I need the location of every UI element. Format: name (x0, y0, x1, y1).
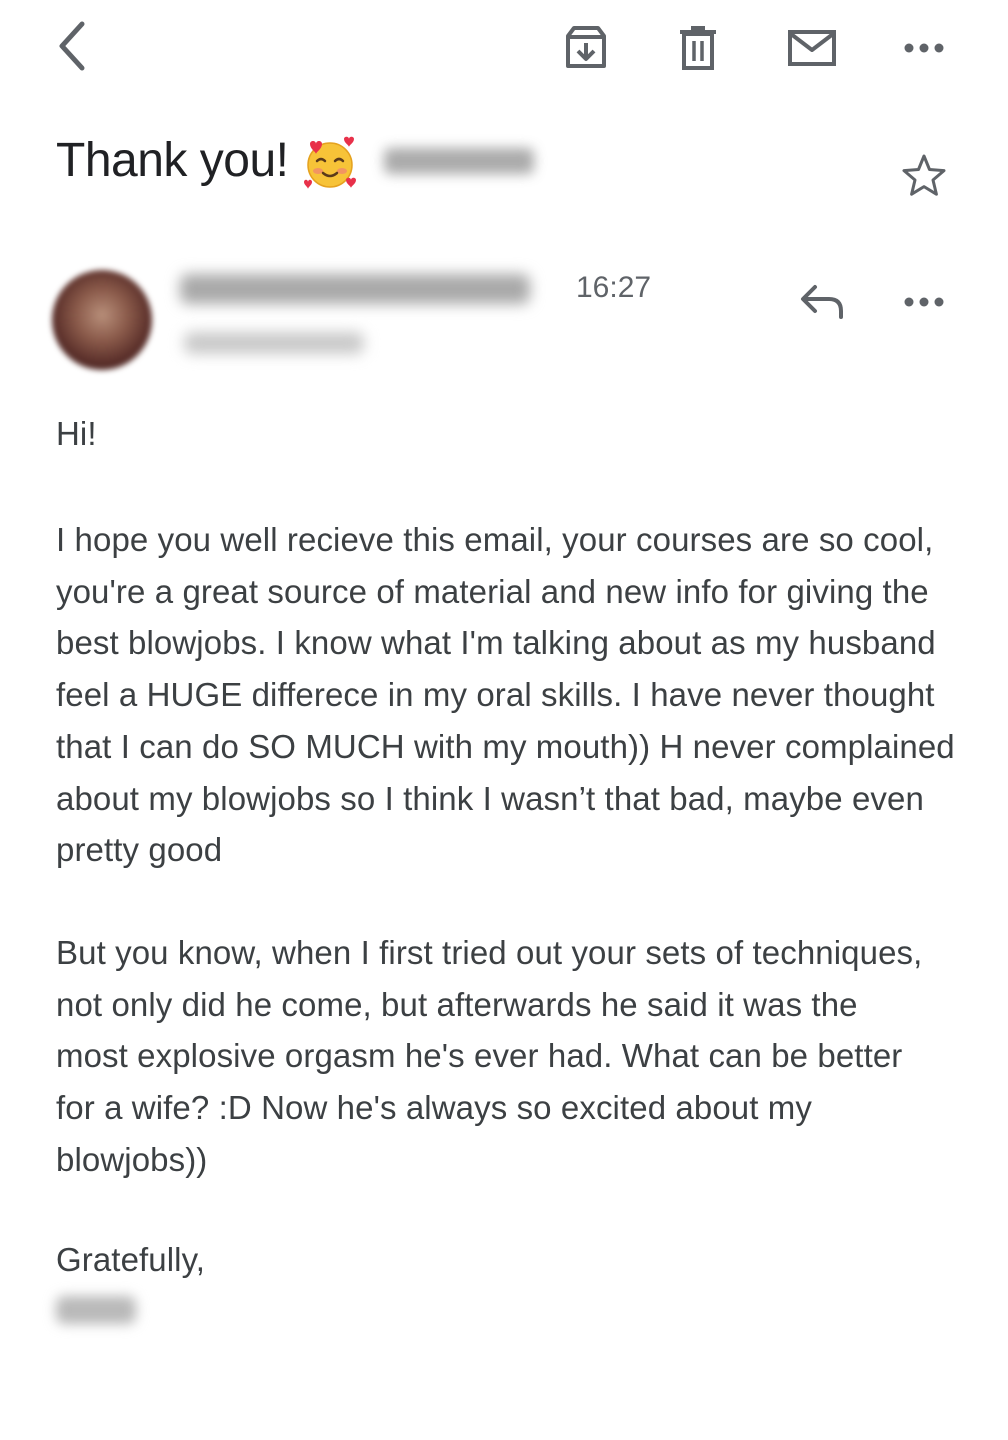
email-paragraph-1: I hope you well recieve this email, your… (56, 521, 955, 869)
mail-icon (787, 28, 837, 68)
reply-icon (799, 283, 845, 321)
email-paragraph-2: But you know, when I first tried out you… (56, 934, 923, 1178)
more-options-button[interactable] (894, 20, 954, 76)
star-button[interactable] (896, 148, 952, 204)
recipient-details-redacted[interactable] (184, 332, 364, 354)
email-subject: Thank you! (56, 134, 289, 187)
sender-avatar[interactable] (52, 270, 152, 370)
more-icon (903, 42, 945, 54)
star-icon (900, 152, 948, 200)
message-more-button[interactable] (894, 274, 954, 330)
sender-row: 16:27 (52, 268, 962, 378)
email-closing: Gratefully, (56, 1241, 206, 1278)
signature-redacted (56, 1296, 136, 1324)
trash-icon (676, 24, 720, 72)
smiling-face-with-hearts-emoji (302, 136, 358, 192)
subject-row: Thank you! (56, 128, 956, 208)
back-button[interactable] (44, 18, 100, 74)
email-greeting: Hi! (56, 415, 97, 452)
reply-button[interactable] (790, 274, 854, 330)
more-icon (903, 296, 945, 308)
delete-button[interactable] (668, 20, 728, 76)
sender-email-redacted[interactable] (180, 274, 530, 304)
mailbox-label-chip[interactable] (384, 148, 534, 174)
email-time: 16:27 (576, 271, 652, 304)
mark-unread-button[interactable] (782, 20, 842, 76)
back-icon (52, 18, 92, 74)
top-toolbar (0, 0, 1008, 100)
archive-icon (562, 24, 610, 72)
archive-button[interactable] (556, 20, 616, 76)
